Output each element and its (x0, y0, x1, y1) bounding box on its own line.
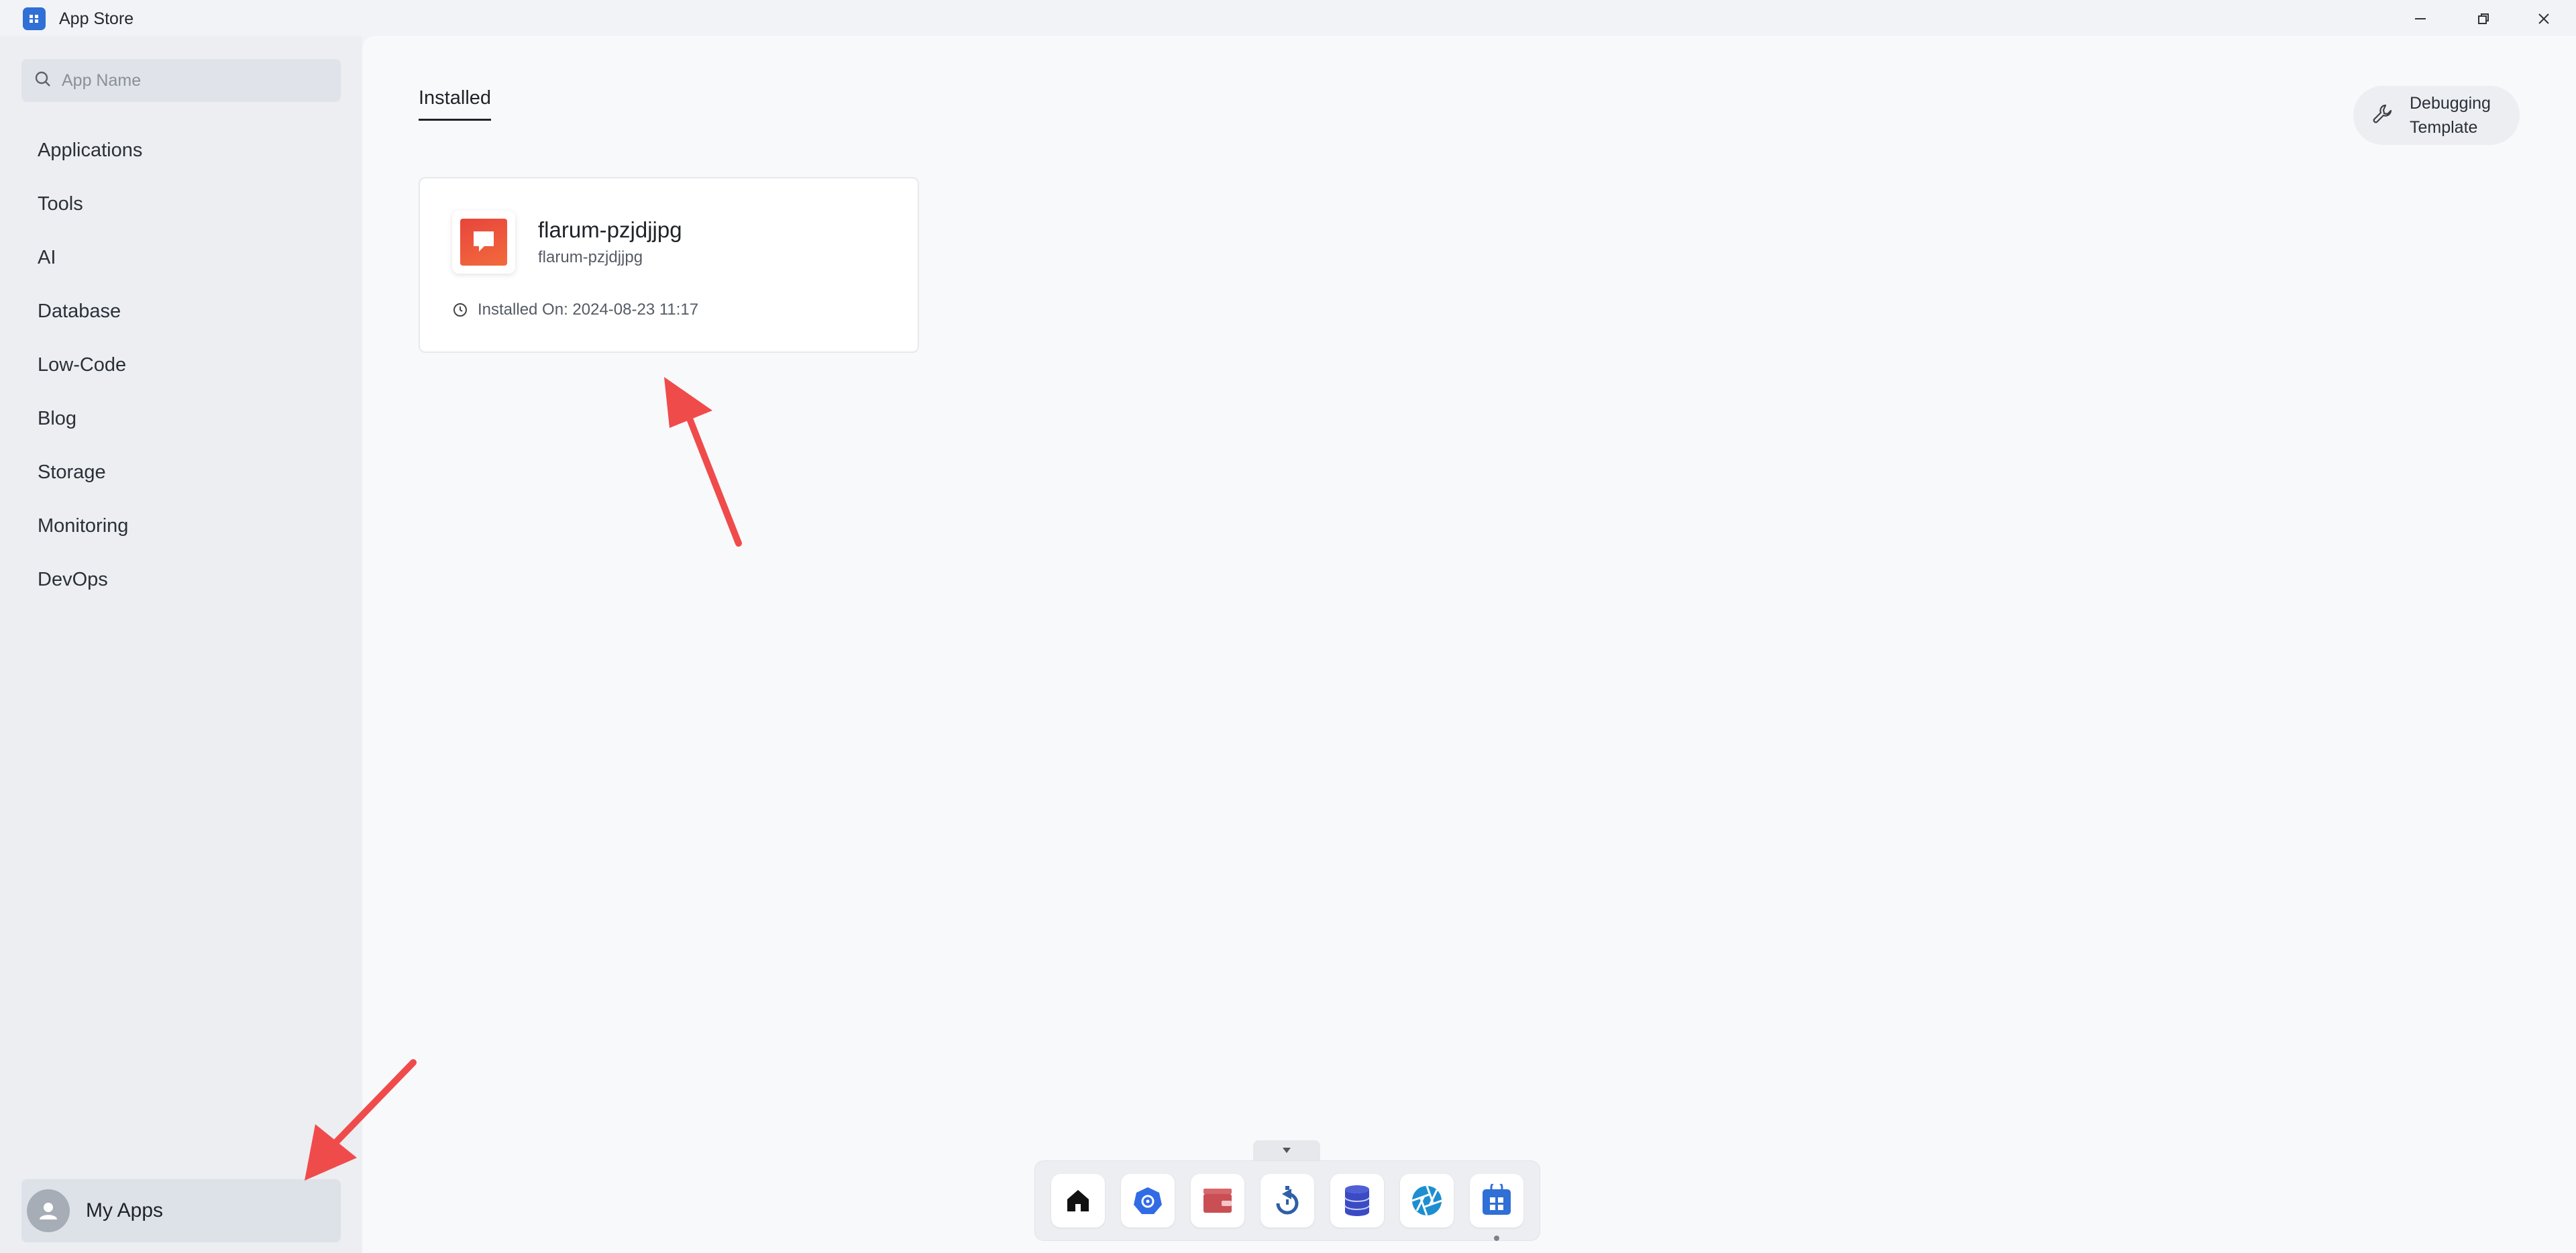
search-box[interactable] (21, 59, 341, 102)
database-icon[interactable] (1330, 1174, 1384, 1228)
sidebar-item-applications[interactable]: Applications (21, 123, 341, 177)
debugging-template-button[interactable]: Debugging Template (2353, 86, 2520, 145)
clock-icon (453, 303, 467, 317)
window-title: App Store (59, 9, 134, 28)
sidebar-item-monitoring[interactable]: Monitoring (21, 499, 341, 553)
annotation-arrow-my-apps (305, 1059, 417, 1181)
dock (1034, 1160, 1540, 1241)
sidebar-item-blog[interactable]: Blog (21, 392, 341, 445)
sidebar-item-label: AI (38, 246, 56, 268)
wallet-icon[interactable] (1191, 1174, 1244, 1228)
sidebar-item-label: Database (38, 300, 121, 322)
dock-toggle[interactable] (1253, 1140, 1320, 1160)
app-card[interactable]: flarum-pzjdjjpg flarum-pzjdjjpg Installe… (419, 177, 919, 353)
sidebar-item-ai[interactable]: AI (21, 231, 341, 284)
sidebar-item-label: Monitoring (38, 514, 129, 537)
sidebar-item-low-code[interactable]: Low-Code (21, 338, 341, 392)
annotation-arrow-card (664, 377, 742, 547)
user-icon (40, 1203, 57, 1219)
home-icon[interactable] (1051, 1174, 1105, 1228)
restore-icon[interactable] (2463, 4, 2504, 34)
search-input[interactable] (62, 70, 330, 91)
minimize-icon[interactable] (2400, 4, 2440, 34)
flarum-icon (452, 211, 515, 274)
sidebar-item-label: DevOps (38, 568, 108, 590)
sidebar-item-label: Storage (38, 461, 106, 483)
app-card-installed-on: Installed On: 2024-08-23 11:17 (452, 301, 698, 319)
sidebar-item-label: Tools (38, 193, 83, 215)
backup-icon[interactable] (1260, 1174, 1314, 1228)
kubernetes-icon[interactable] (1121, 1174, 1175, 1228)
app-store-icon[interactable] (1470, 1174, 1523, 1241)
sidebar-item-tools[interactable]: Tools (21, 177, 341, 231)
title-bar: App Store (0, 0, 2576, 36)
main-content: Installed Debugging Template flarum-pzjd… (305, 36, 2576, 1253)
avatar (27, 1189, 70, 1232)
chevron-down-icon (1283, 1148, 1291, 1153)
search-icon (34, 70, 52, 92)
aperture-icon[interactable] (1400, 1174, 1454, 1228)
sidebar-item-label: Low-Code (38, 353, 127, 376)
close-icon[interactable] (2524, 4, 2564, 34)
tab-installed[interactable]: Installed (419, 87, 492, 121)
running-indicator (1494, 1236, 1499, 1241)
app-card-title: flarum-pzjdjjpg (538, 217, 682, 242)
wrench-icon (2371, 103, 2394, 129)
my-apps-label: My Apps (86, 1199, 164, 1221)
sidebar-item-label: Blog (38, 407, 77, 429)
sidebar-item-database[interactable]: Database (21, 284, 341, 338)
app-card-subtitle: flarum-pzjdjjpg (538, 248, 643, 266)
sidebar-item-storage[interactable]: Storage (21, 445, 341, 499)
sidebar-item-devops[interactable]: DevOps (21, 553, 341, 606)
debugging-template-label: Debugging Template (2410, 94, 2491, 137)
app-store-logo-icon (23, 7, 46, 30)
sidebar-item-label: Applications (38, 139, 143, 161)
installed-on-text: Installed On: 2024-08-23 11:17 (478, 301, 699, 319)
category-nav: Applications Tools AI Database Low-Code … (21, 123, 341, 606)
